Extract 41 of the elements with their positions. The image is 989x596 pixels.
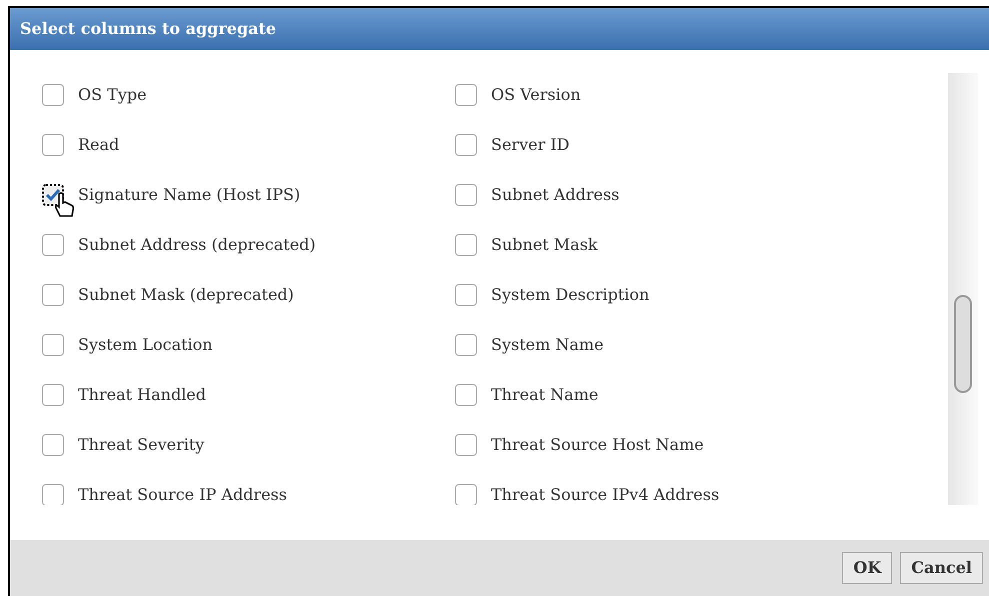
- column-label: Subnet Address: [491, 184, 620, 206]
- column-label: OS Version: [491, 84, 581, 106]
- dialog-title: Select columns to aggregate: [20, 18, 276, 40]
- column-label: Server ID: [491, 134, 570, 156]
- checkbox[interactable]: [42, 134, 64, 156]
- column-label: Threat Severity: [78, 434, 204, 456]
- checkmark-icon: [45, 188, 61, 202]
- checkbox[interactable]: [455, 334, 477, 356]
- checkbox[interactable]: [455, 384, 477, 406]
- checkbox[interactable]: [455, 284, 477, 306]
- checkbox[interactable]: [455, 84, 477, 106]
- column-label: Subnet Mask: [491, 234, 598, 256]
- checkbox[interactable]: [42, 484, 64, 505]
- checkbox[interactable]: [42, 434, 64, 456]
- column-label: OS Type: [78, 84, 147, 106]
- checkbox[interactable]: [455, 184, 477, 206]
- dialog-button[interactable]: OK: [842, 552, 892, 584]
- checkbox[interactable]: [42, 334, 64, 356]
- scrollbar-thumb[interactable]: [954, 295, 972, 393]
- column-label: System Location: [78, 334, 213, 356]
- column-label: Threat Name: [491, 384, 598, 406]
- checkbox[interactable]: [42, 234, 64, 256]
- column-label: Subnet Mask (deprecated): [78, 284, 294, 306]
- column-label: Threat Source IP Address: [78, 484, 287, 505]
- checkbox[interactable]: [42, 84, 64, 106]
- column-label: Threat Handled: [78, 384, 206, 406]
- column-label: Threat Source IPv4 Address: [491, 484, 720, 505]
- checkbox[interactable]: [455, 434, 477, 456]
- checkbox[interactable]: [42, 384, 64, 406]
- column-label: System Description: [491, 284, 650, 306]
- checkbox[interactable]: [455, 134, 477, 156]
- hand-cursor-icon: [54, 192, 76, 218]
- column-label: Subnet Address (deprecated): [78, 234, 316, 256]
- column-label: Read: [78, 134, 120, 156]
- column-label: System Name: [491, 334, 604, 356]
- column-label: Threat Source Host Name: [491, 434, 704, 456]
- checkbox[interactable]: [455, 234, 477, 256]
- dialog-button[interactable]: Cancel: [900, 552, 983, 584]
- checkbox[interactable]: [42, 284, 64, 306]
- checkbox[interactable]: [455, 484, 477, 505]
- column-label: Signature Name (Host IPS): [78, 184, 300, 206]
